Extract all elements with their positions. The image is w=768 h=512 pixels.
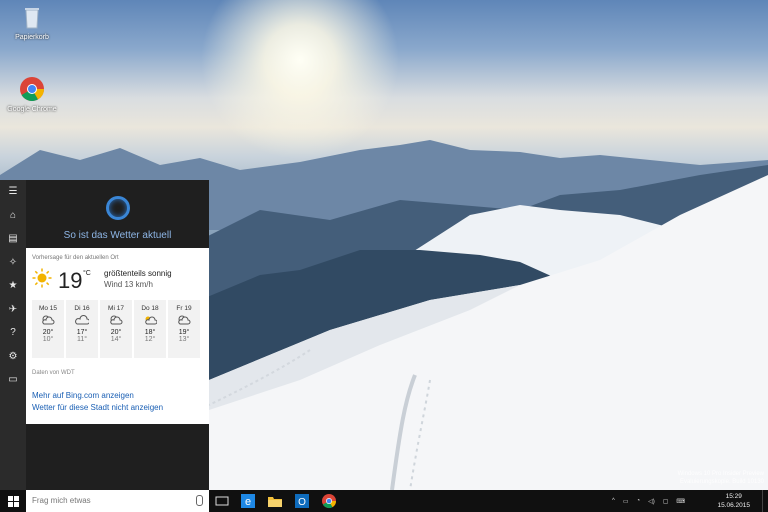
- task-view-icon[interactable]: [214, 493, 230, 509]
- forecast-day-name: Di 16: [74, 305, 90, 312]
- forecast-high: 18°: [144, 329, 156, 336]
- forecast-location-label: Vorhersage für den aktuellen Ort: [32, 255, 119, 261]
- taskbar-clock[interactable]: 15:29 15.06.2015: [717, 492, 750, 510]
- taskbar: Frag mich etwas e O ^ ▭ ◔ ◁) ▢ ⌨ 15:29 1…: [0, 490, 768, 512]
- watermark-line1: Windows 10 Pro Insider Preview: [677, 471, 764, 477]
- internet-explorer-icon[interactable]: e: [240, 493, 256, 509]
- notebook-icon[interactable]: ▤: [0, 227, 26, 251]
- weather-source: Daten von WDT: [32, 370, 75, 376]
- star-icon[interactable]: ★: [0, 274, 26, 298]
- forecast-day: Fr 19 19° 13°: [168, 300, 200, 358]
- watermark-line2: Evaluierungskopie. Build 10130: [679, 479, 764, 485]
- home-icon[interactable]: ⌂: [0, 204, 26, 228]
- hamburger-icon[interactable]: ☰: [0, 180, 26, 204]
- recycle-bin-label: Papierkorb: [15, 34, 49, 41]
- desktop-icon-recycle-bin[interactable]: Papierkorb: [2, 4, 62, 41]
- hide-city-weather-link[interactable]: Wetter für diese Stadt nicht anzeigen: [32, 403, 163, 412]
- forecast-low: 10°: [42, 336, 54, 343]
- forecast-low: 14°: [110, 336, 122, 343]
- show-hidden-icons-icon[interactable]: ^: [612, 498, 615, 504]
- forecast-day-name: Mi 17: [108, 305, 124, 312]
- keyboard-icon[interactable]: ⌨: [676, 498, 685, 505]
- help-icon[interactable]: ?: [0, 321, 26, 345]
- forecast-low: 12°: [144, 336, 156, 343]
- cortana-header: So ist das Wetter aktuell: [26, 180, 209, 248]
- partly-cloudy-icon: [178, 315, 191, 325]
- forecast-high: 19°: [178, 329, 190, 336]
- build-watermark: Windows 10 Pro Insider Preview Evaluieru…: [678, 470, 764, 486]
- cortana-panel: ☰ ⌂ ▤ ✧ ★ ✈ ? ⚙ ▭ So ist das Wetter aktu…: [0, 180, 209, 490]
- weather-condition: größtenteils sonnig: [104, 269, 172, 278]
- cortana-ring-icon: [105, 196, 130, 220]
- cloud-icon: [75, 315, 90, 325]
- partly-cloudy-icon: [110, 315, 123, 325]
- forecast-high: 17°: [76, 329, 88, 336]
- show-desktop-button[interactable]: [762, 490, 768, 512]
- forecast-high: 20°: [110, 329, 122, 336]
- chrome-icon: [20, 77, 44, 102]
- forecast-low: 13°: [178, 336, 190, 343]
- svg-text:O: O: [298, 497, 306, 508]
- lightbulb-icon[interactable]: ✧: [0, 251, 26, 275]
- partly-cloudy-icon: [42, 315, 55, 325]
- volume-icon[interactable]: ◁): [648, 498, 655, 505]
- outlook-icon[interactable]: O: [294, 493, 310, 509]
- forecast-day-name: Fr 19: [176, 305, 192, 312]
- temperature-unit: °C: [83, 270, 91, 277]
- desktop-icon-google-chrome[interactable]: Google Chrome: [2, 76, 62, 113]
- forecast-day-name: Mo 15: [38, 305, 58, 312]
- clock-date: 15.06.2015: [717, 502, 750, 509]
- cortana-question: So ist das Wetter aktuell: [63, 230, 172, 241]
- search-input[interactable]: Frag mich etwas: [26, 490, 209, 512]
- cortana-side-rail: ☰ ⌂ ▤ ✧ ★ ✈ ? ⚙ ▭: [0, 180, 26, 490]
- search-placeholder: Frag mich etwas: [32, 496, 91, 505]
- google-chrome-label: Google Chrome: [7, 106, 57, 113]
- forecast-row: Mo 15 20° 10° Di 16 17° 11° Mi 17 20° 14…: [32, 300, 200, 358]
- action-center-icon[interactable]: ▢: [663, 498, 669, 505]
- wind-speed: Wind 13 km/h: [104, 280, 153, 289]
- battery-icon[interactable]: ▭: [623, 498, 629, 505]
- forecast-day-name: Do 18: [141, 305, 159, 312]
- start-button[interactable]: [0, 490, 26, 512]
- flight-icon[interactable]: ✈: [0, 298, 26, 322]
- feedback-icon[interactable]: ▭: [0, 368, 26, 392]
- forecast-high: 20°: [42, 329, 54, 336]
- forecast-day: Di 16 17° 11°: [66, 300, 98, 358]
- windows-logo-icon: [7, 495, 19, 507]
- recycle-bin-icon: [25, 8, 39, 29]
- svg-text:e: e: [245, 496, 251, 508]
- sun-cloud-icon: [145, 316, 158, 325]
- wifi-icon[interactable]: ◔: [637, 498, 641, 504]
- forecast-day: Mi 17 20° 14°: [100, 300, 132, 358]
- settings-icon[interactable]: ⚙: [0, 345, 26, 369]
- microphone-icon[interactable]: [196, 495, 203, 506]
- bing-more-link[interactable]: Mehr auf Bing.com anzeigen: [32, 391, 134, 400]
- weather-card[interactable]: Vorhersage für den aktuellen Ort 19 °C g…: [26, 248, 209, 424]
- clock-time: 15:29: [725, 493, 742, 500]
- current-temperature: 19: [58, 268, 83, 293]
- forecast-low: 11°: [76, 336, 88, 343]
- file-explorer-icon[interactable]: [267, 493, 283, 509]
- sunny-icon: [32, 268, 52, 288]
- forecast-day: Mo 15 20° 10°: [32, 300, 64, 358]
- system-tray: ^ ▭ ◔ ◁) ▢ ⌨: [612, 490, 685, 512]
- chrome-icon[interactable]: [321, 493, 337, 509]
- forecast-day: Do 18 18° 12°: [134, 300, 166, 358]
